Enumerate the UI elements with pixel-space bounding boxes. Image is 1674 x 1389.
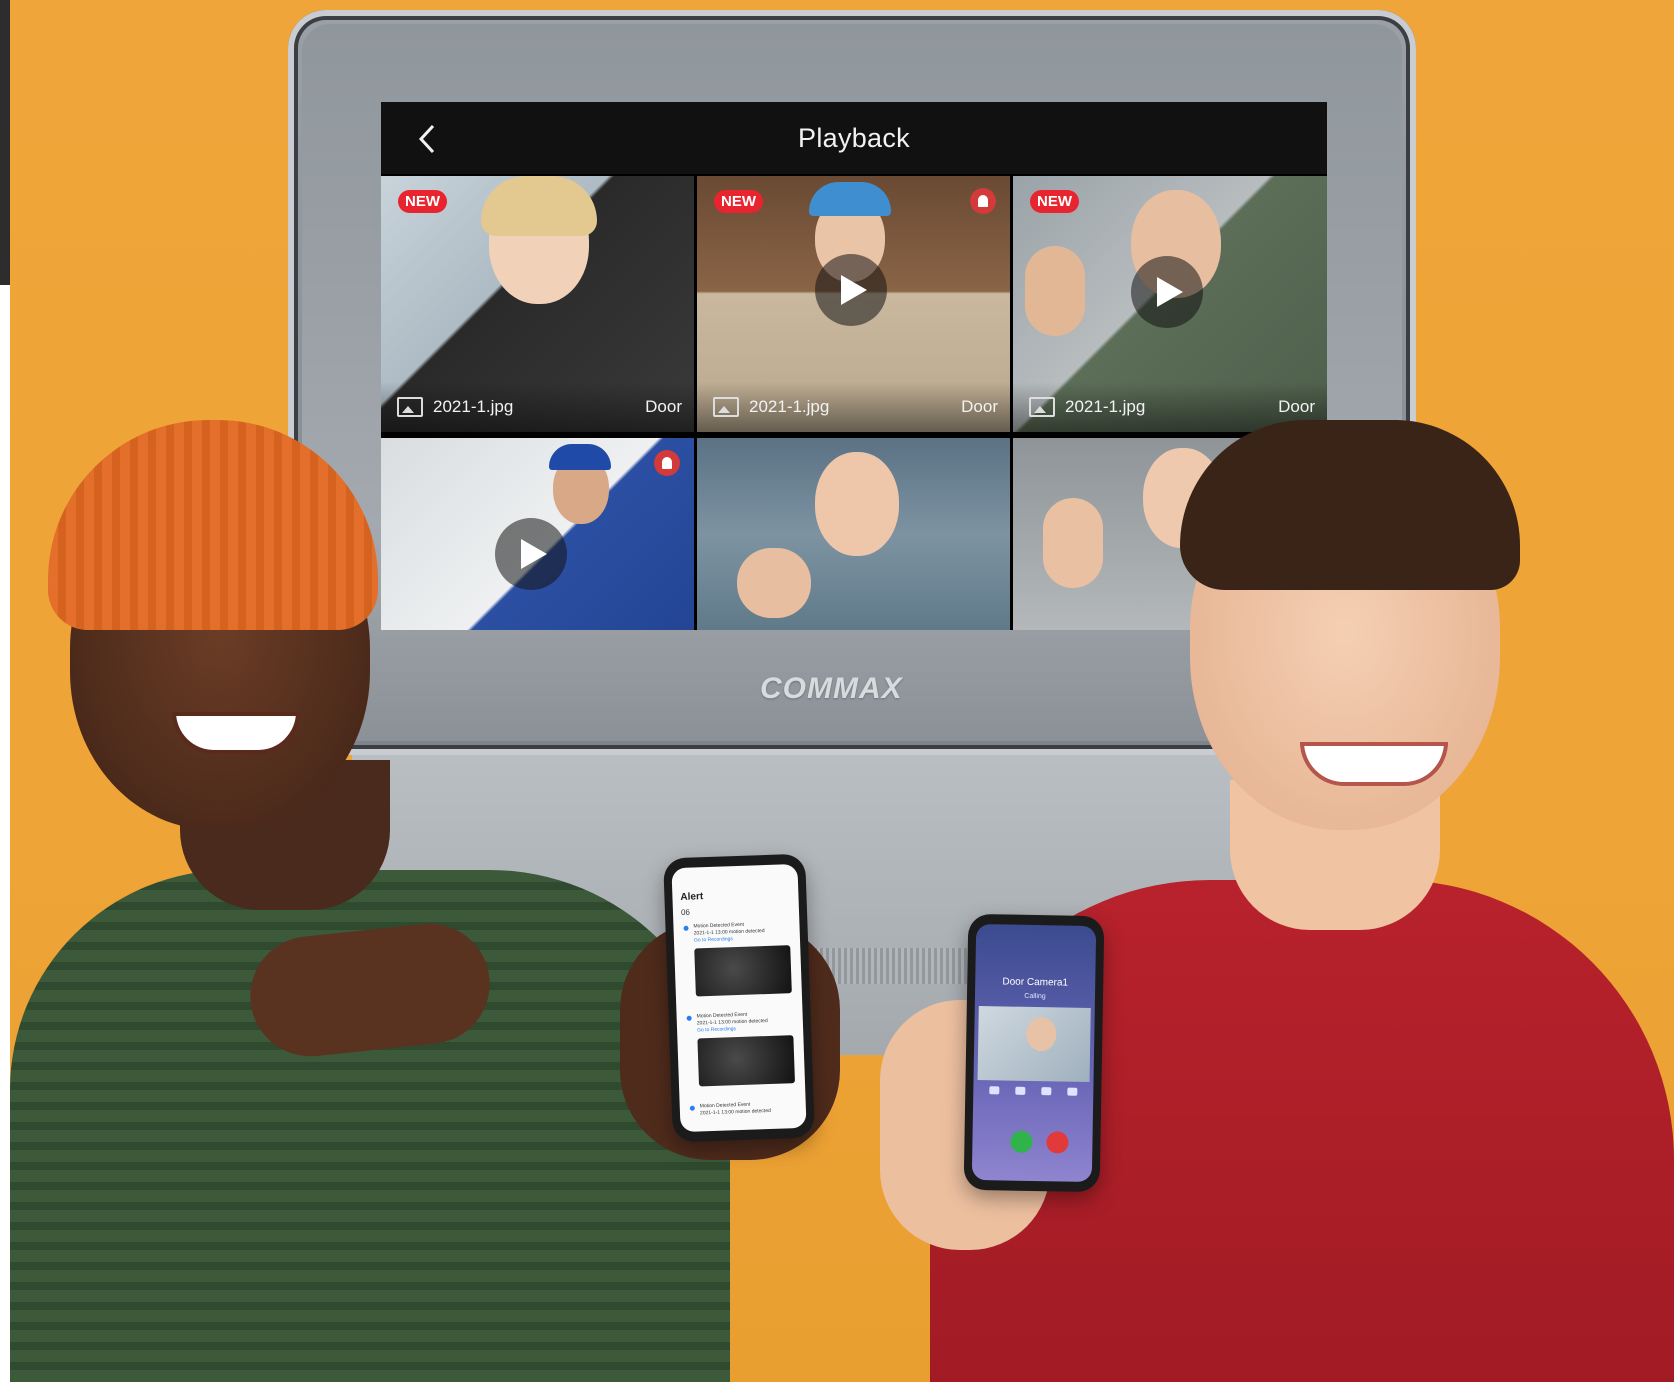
back-button[interactable]: [413, 122, 443, 156]
image-icon: [1029, 397, 1055, 417]
door-open-icon[interactable]: [1067, 1087, 1078, 1096]
caller-name: Door Camera1: [1002, 976, 1069, 989]
tile-footer: 2021-1.jpg Door: [697, 382, 1010, 432]
screen-title: Playback: [798, 122, 910, 153]
camera-icon[interactable]: [1015, 1086, 1026, 1095]
call-phone: Door Camera1 Calling: [963, 913, 1105, 1193]
image-icon: [397, 397, 423, 417]
recording-tile[interactable]: [381, 438, 694, 630]
alarm-icon: [654, 450, 680, 476]
accept-call-button[interactable]: [1010, 1130, 1033, 1153]
person-face: [815, 452, 899, 556]
cap: [809, 182, 891, 216]
file-name: 2021-1.jpg: [749, 397, 830, 416]
play-button[interactable]: [815, 254, 887, 326]
call-controls: [989, 1086, 1078, 1096]
waving-hand: [1043, 498, 1103, 588]
file-name: 2021-1.jpg: [1065, 397, 1146, 416]
call-phone-screen: Door Camera1 Calling: [971, 923, 1097, 1183]
call-status: Calling: [1024, 992, 1046, 1001]
tile-footer: 2021-1.jpg Door: [381, 382, 694, 432]
image-icon: [713, 397, 739, 417]
alert-phone: Alert 06 Motion Detected Event 2021-1-1 …: [663, 853, 815, 1143]
alert-date: 06: [680, 907, 691, 917]
recording-tile[interactable]: [697, 438, 1010, 630]
alert-thumbnail: [694, 945, 792, 997]
play-icon: [521, 539, 547, 569]
alert-title: Alert: [680, 891, 704, 903]
new-badge: NEW: [1030, 190, 1079, 213]
new-badge: NEW: [714, 190, 763, 213]
right-person-hair: [1180, 420, 1520, 590]
file-name: 2021-1.jpg: [433, 397, 514, 416]
right-person-smile: [1300, 742, 1448, 786]
left-dark-strip: [0, 0, 10, 285]
source-label: Door: [645, 397, 682, 416]
person-hair: [481, 176, 597, 236]
play-icon: [841, 275, 867, 305]
cap: [549, 444, 611, 470]
waving-hand: [737, 548, 811, 618]
snapshot-icon[interactable]: [1041, 1087, 1052, 1096]
record-icon[interactable]: [989, 1086, 1000, 1095]
brand-logo: COMMAX: [760, 672, 903, 705]
source-label: Door: [1278, 397, 1315, 416]
alert-list-item[interactable]: Motion Detected Event 2021-1-1 13:00 mot…: [683, 1010, 797, 1087]
call-video-preview: [977, 1006, 1091, 1082]
recording-tile[interactable]: NEW 2021-1.jpg Door: [1013, 176, 1327, 432]
play-button[interactable]: [1131, 256, 1203, 328]
alert-list-item[interactable]: Motion Detected Event 2021-1-1 13:00 mot…: [679, 920, 793, 997]
bottom-white-margin: [0, 1382, 1674, 1389]
source-label: Door: [961, 397, 998, 416]
title-bar: Playback: [381, 102, 1327, 174]
caller-face: [1026, 1016, 1057, 1052]
unread-dot-icon: [689, 1105, 695, 1111]
left-white-margin: [0, 285, 10, 1389]
chevron-left-icon: [418, 124, 435, 154]
alarm-icon: [970, 188, 996, 214]
play-button[interactable]: [495, 518, 567, 590]
alert-list-item[interactable]: Motion Detected Event 2021-1-1 13:00 mot…: [686, 1100, 798, 1118]
recording-tile[interactable]: NEW 2021-1.jpg Door: [697, 176, 1010, 432]
unread-dot-icon: [686, 1015, 692, 1021]
alert-thumbnail: [697, 1035, 796, 1087]
decline-call-button[interactable]: [1046, 1131, 1069, 1154]
photo-scene: Playback NEW 2021-1.jpg Door NEW 2021-1.…: [0, 0, 1674, 1389]
new-badge: NEW: [398, 190, 447, 213]
recording-tile[interactable]: NEW 2021-1.jpg Door: [381, 176, 694, 432]
alert-phone-screen: Alert 06 Motion Detected Event 2021-1-1 …: [671, 863, 807, 1133]
waving-hand: [1025, 246, 1085, 336]
unread-dot-icon: [683, 925, 689, 931]
play-icon: [1157, 277, 1183, 307]
